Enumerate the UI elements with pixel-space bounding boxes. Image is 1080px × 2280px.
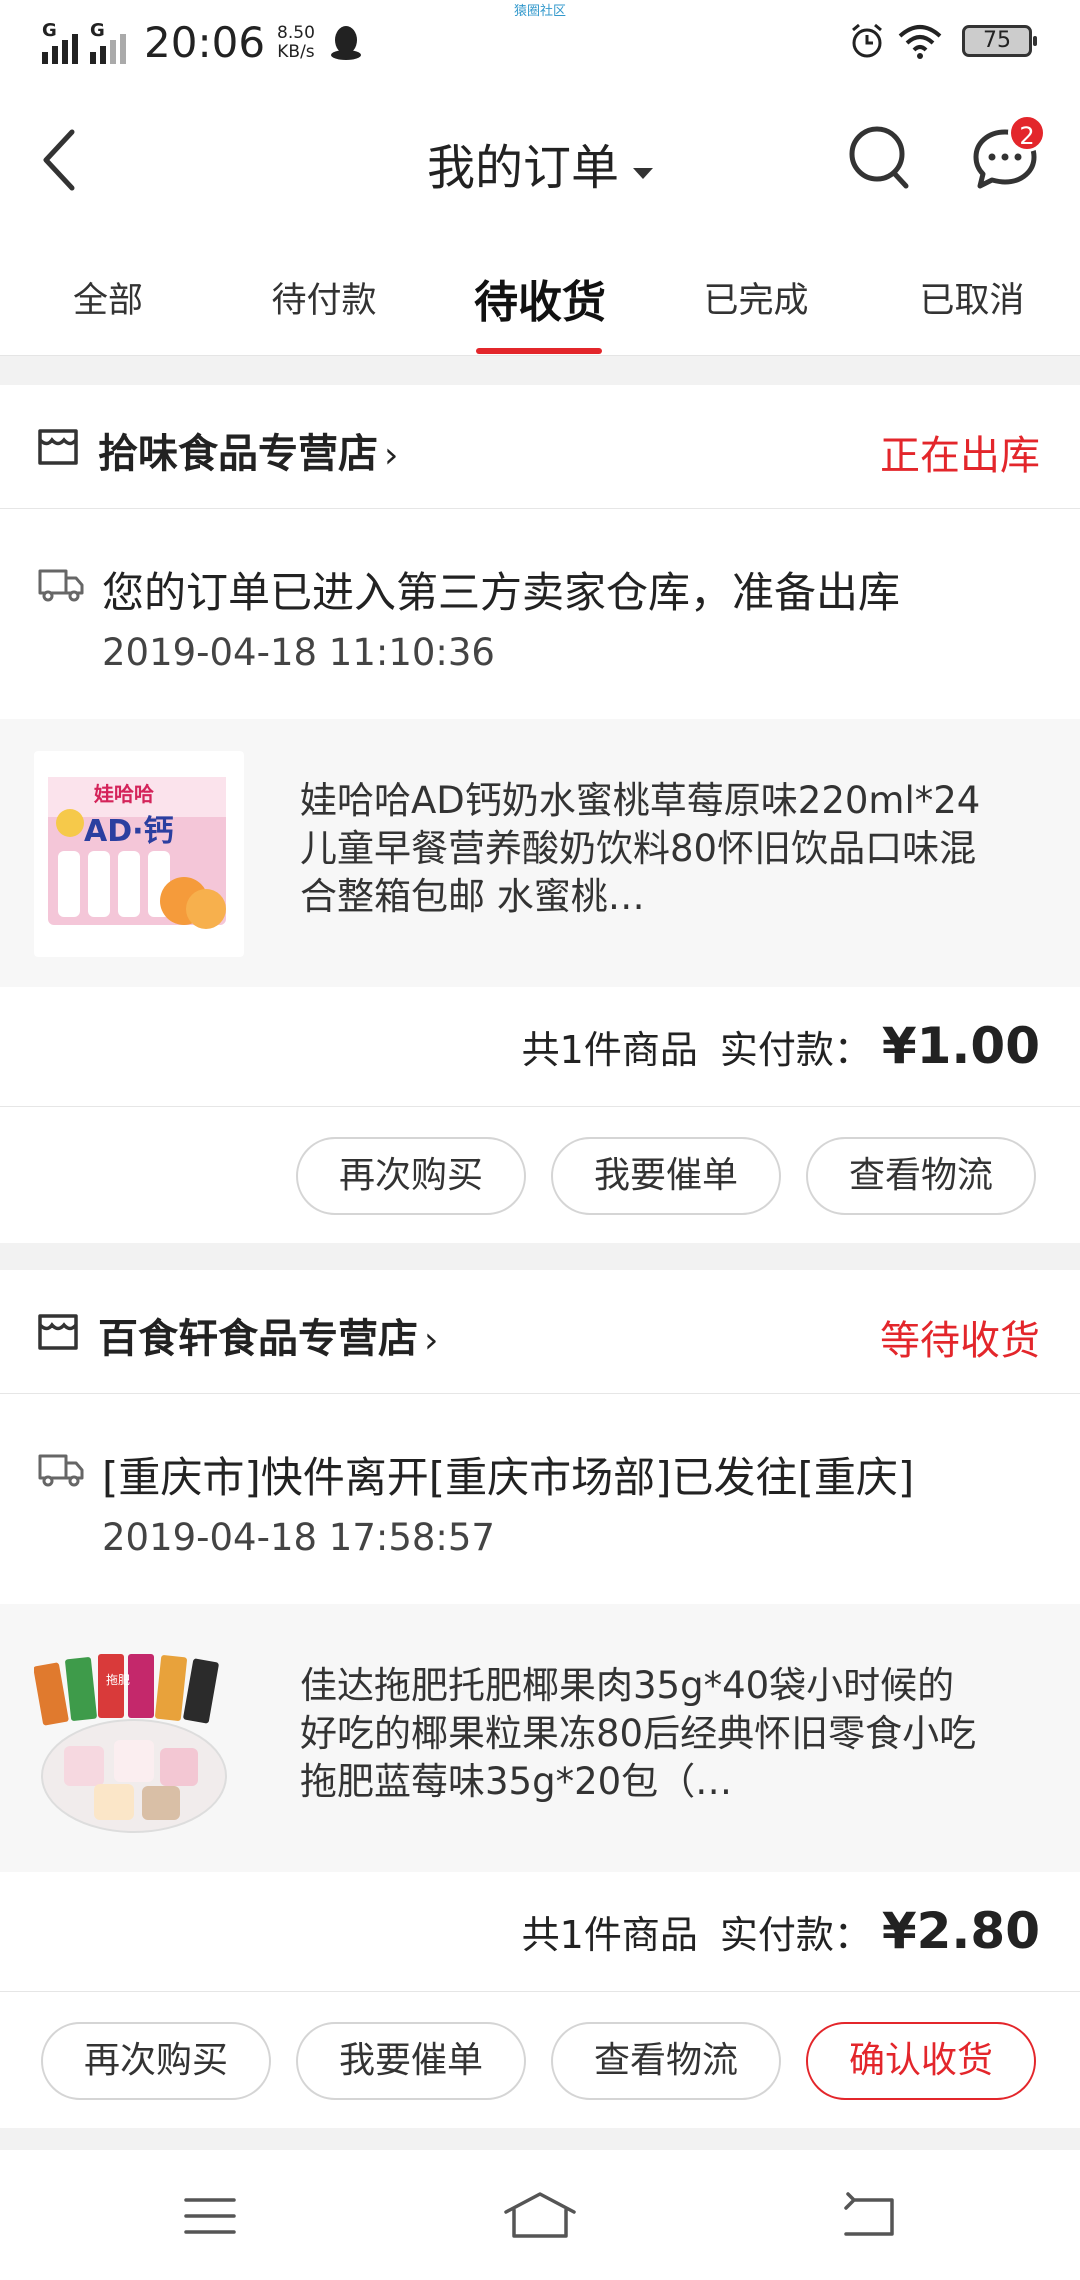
order-total-row: 共1件商品 实付款： ¥1.00 bbox=[0, 987, 1080, 1107]
tab-all[interactable]: 全部 bbox=[0, 272, 216, 323]
shop-icon bbox=[38, 429, 78, 465]
item-count: 共1件商品 bbox=[521, 1028, 698, 1072]
order-actions: 再次购买 我要催单 查看物流 bbox=[0, 1107, 1080, 1243]
tab-cancelled[interactable]: 已取消 bbox=[864, 272, 1080, 323]
shop-name-text: 百食轩食品专营店 bbox=[98, 1316, 418, 1362]
status-center-text: 猿圈社区 bbox=[514, 4, 567, 19]
signal-icon: G bbox=[42, 19, 82, 64]
menu-icon[interactable] bbox=[182, 2194, 238, 2238]
message-badge: 2 bbox=[1008, 114, 1046, 152]
shop-row[interactable]: 百食轩食品专营店 › 等待收货 bbox=[0, 1270, 1080, 1394]
shop-icon bbox=[38, 1314, 78, 1350]
paid-amount: ¥2.80 bbox=[881, 1902, 1040, 1960]
battery-icon: 75 bbox=[962, 25, 1037, 57]
order-tabs: 全部 待付款 待收货 已完成 已取消 bbox=[0, 230, 1080, 356]
product-label-text: 拖肥 bbox=[106, 1673, 130, 1687]
network-type-label-2: G bbox=[90, 19, 105, 41]
logistics-text: 您的订单已进入第三方卖家仓库，准备出库 bbox=[102, 568, 901, 617]
buy-again-button[interactable]: 再次购买 bbox=[41, 2022, 271, 2100]
paid-label: 实付款： bbox=[719, 1028, 872, 1072]
tab-pending-payment[interactable]: 待付款 bbox=[216, 272, 432, 323]
search-icon[interactable] bbox=[848, 124, 912, 192]
product-item[interactable]: 娃哈哈 AD·钙 娃哈哈AD钙奶水蜜桃草莓原味220ml*24儿童早餐营养酸奶饮… bbox=[0, 719, 1080, 987]
view-logistics-button[interactable]: 查看物流 bbox=[806, 1137, 1036, 1215]
shop-name-text: 拾味食品专营店 bbox=[98, 431, 378, 477]
logistics-time: 2019-04-18 17:58:57 bbox=[102, 1516, 495, 1559]
paid-label: 实付款： bbox=[719, 1913, 872, 1957]
net-speed: 8.50 KB/s bbox=[277, 22, 315, 62]
title-dropdown[interactable]: 我的订单 bbox=[0, 128, 1080, 198]
product-image: 拖肥 bbox=[34, 1636, 244, 1842]
qq-icon bbox=[330, 25, 361, 60]
app-header: 我的订单 2 bbox=[0, 90, 1080, 230]
order-card: 拾味食品专营店 › 正在出库 您的订单已进入第三方卖家仓库，准备出库 2019-0… bbox=[0, 385, 1080, 1243]
status-bar: G G 20:06 8.50 KB/s 猿圈社区 75 bbox=[0, 0, 1080, 90]
truck-icon bbox=[38, 569, 84, 602]
logistics-time: 2019-04-18 11:10:36 bbox=[102, 631, 495, 674]
order-total-row: 共1件商品 实付款： ¥2.80 bbox=[0, 1872, 1080, 1992]
view-logistics-button[interactable]: 查看物流 bbox=[551, 2022, 781, 2100]
chevron-right-icon: › bbox=[384, 435, 399, 476]
logistics-row[interactable]: [重庆市]快件离开[重庆市场部]已发往[重庆] 2019-04-18 17:58… bbox=[0, 1394, 1080, 1604]
shop-name[interactable]: 百食轩食品专营店 › bbox=[98, 1306, 438, 1364]
product-brand-text: 娃哈哈 bbox=[93, 782, 154, 806]
net-speed-unit: KB/s bbox=[277, 41, 315, 62]
product-image: 娃哈哈 AD·钙 bbox=[34, 751, 244, 957]
clock: 20:06 bbox=[144, 18, 266, 67]
home-icon[interactable] bbox=[502, 2190, 578, 2240]
wifi-icon bbox=[898, 25, 942, 59]
product-label-text: AD·钙 bbox=[84, 814, 174, 849]
alarm-icon bbox=[852, 23, 882, 58]
logistics-row[interactable]: 您的订单已进入第三方卖家仓库，准备出库 2019-04-18 11:10:36 bbox=[0, 509, 1080, 719]
status-right: 75 bbox=[848, 22, 1037, 60]
urge-order-button[interactable]: 我要催单 bbox=[551, 1137, 781, 1215]
chevron-right-icon: › bbox=[424, 1320, 439, 1361]
active-tab-indicator bbox=[476, 348, 602, 354]
logistics-text: [重庆市]快件离开[重庆市场部]已发往[重庆] bbox=[102, 1453, 915, 1502]
tab-pending-receipt[interactable]: 待收货 bbox=[432, 266, 648, 330]
order-status: 正在出库 bbox=[880, 433, 1040, 479]
paid-amount: ¥1.00 bbox=[881, 1017, 1040, 1075]
network-type-label: G bbox=[42, 19, 57, 41]
confirm-receipt-button[interactable]: 确认收货 bbox=[806, 2022, 1036, 2100]
urge-order-button[interactable]: 我要催单 bbox=[296, 2022, 526, 2100]
order-status: 等待收货 bbox=[880, 1318, 1040, 1364]
product-name: 娃哈哈AD钙奶水蜜桃草莓原味220ml*24儿童早餐营养酸奶饮料80怀旧饮品口味… bbox=[300, 779, 981, 918]
signal-icon-2: G bbox=[90, 19, 130, 64]
product-item[interactable]: 拖肥 佳达拖肥托肥椰果肉35g*40袋小时候的好吃的椰果粒果冻80后经典怀旧零食… bbox=[0, 1604, 1080, 1872]
item-count: 共1件商品 bbox=[521, 1913, 698, 1957]
system-nav-bar bbox=[0, 2150, 1080, 2280]
page-title: 我的订单 bbox=[426, 140, 619, 196]
tab-completed[interactable]: 已完成 bbox=[648, 272, 864, 323]
buy-again-button[interactable]: 再次购买 bbox=[296, 1137, 526, 1215]
truck-icon bbox=[38, 1454, 84, 1487]
back-nav-icon[interactable] bbox=[840, 2192, 898, 2240]
chevron-down-icon bbox=[633, 168, 653, 179]
order-actions: 再次购买 我要催单 查看物流 确认收货 bbox=[0, 1992, 1080, 2128]
net-speed-value: 8.50 bbox=[277, 22, 315, 43]
product-name: 佳达拖肥托肥椰果肉35g*40袋小时候的好吃的椰果粒果冻80后经典怀旧零食小吃 … bbox=[300, 1664, 977, 1803]
shop-row[interactable]: 拾味食品专营店 › 正在出库 bbox=[0, 385, 1080, 509]
status-left: G G 20:06 8.50 KB/s bbox=[42, 18, 363, 67]
shop-name[interactable]: 拾味食品专营店 › bbox=[98, 421, 398, 479]
order-card: 百食轩食品专营店 › 等待收货 [重庆市]快件离开[重庆市场部]已发往[重庆] 2… bbox=[0, 1270, 1080, 2128]
